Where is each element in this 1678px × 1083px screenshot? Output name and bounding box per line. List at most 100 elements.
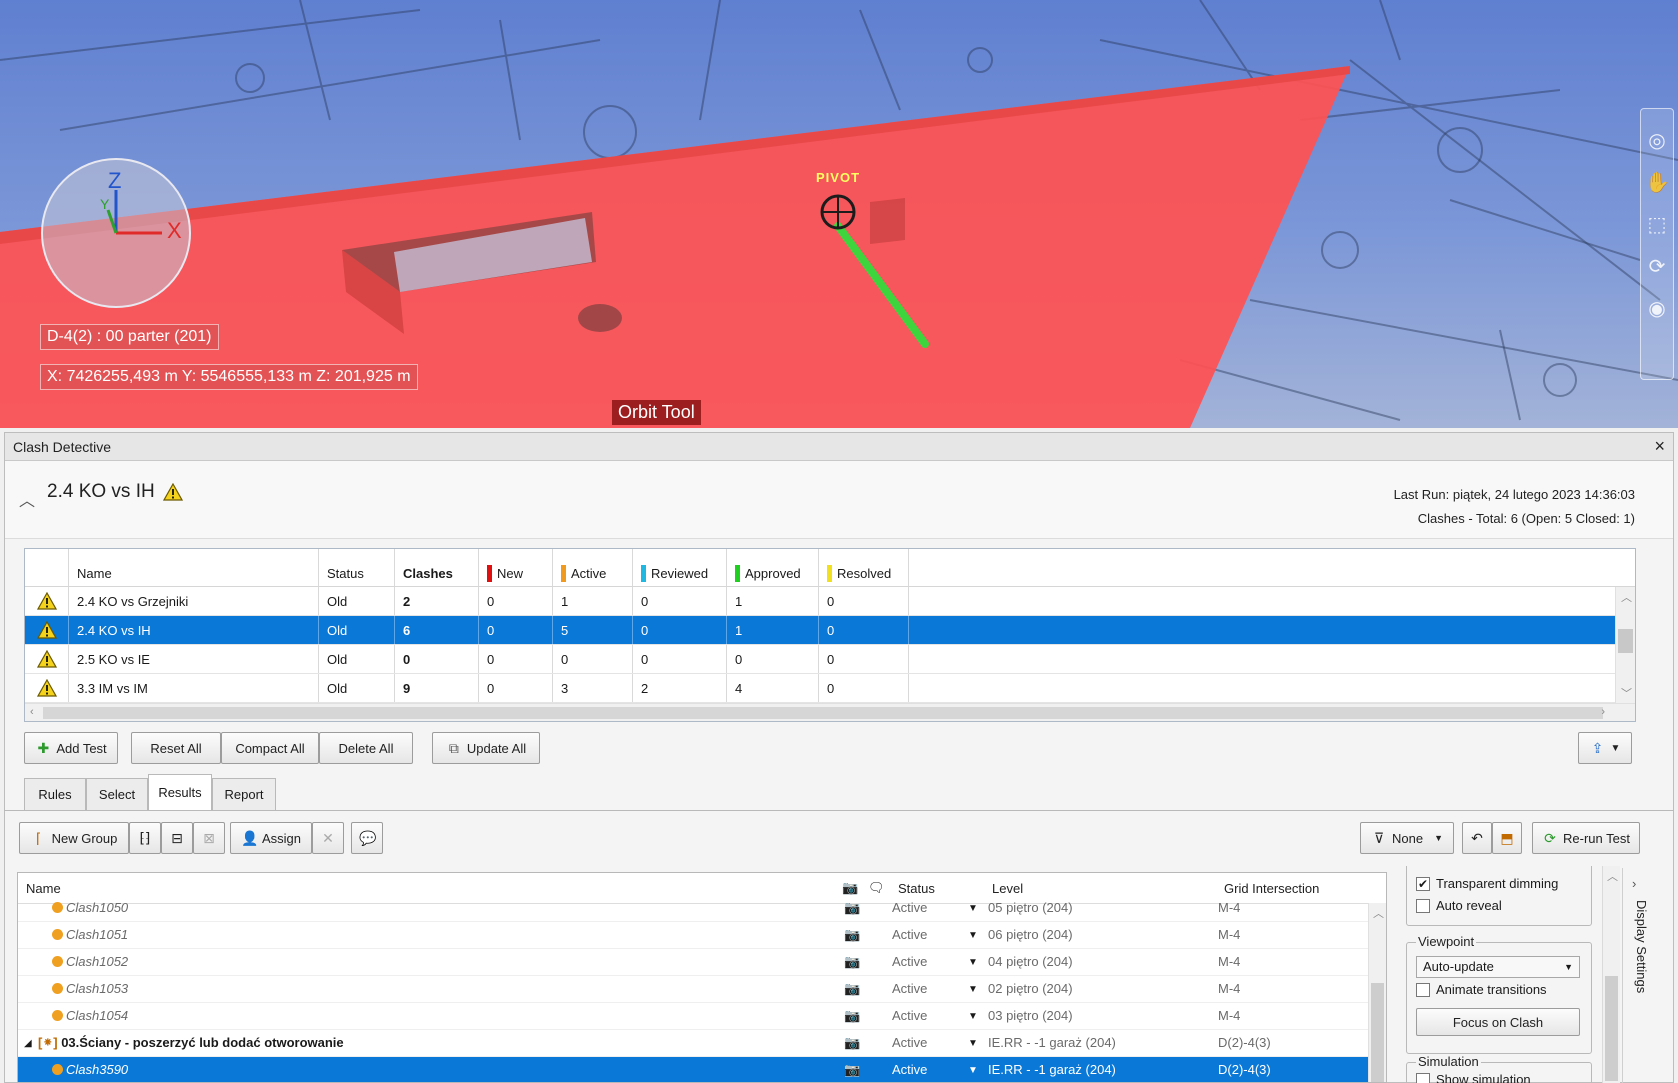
checkbox-unchecked[interactable]	[1416, 982, 1430, 997]
chevron-down-icon[interactable]: ▼	[968, 984, 978, 995]
update-all-button[interactable]: ⧉ Update All	[432, 732, 540, 764]
tab-report[interactable]: Report	[212, 778, 276, 810]
test-clashes: 9	[395, 674, 479, 702]
explode-group-button[interactable]: ⊠	[193, 822, 225, 854]
table-row-selected[interactable]: 2.4 KO vs IH Old 6 0 5 0 1 0	[25, 616, 1635, 645]
results-scrollbar[interactable]: ︿	[1368, 903, 1386, 1082]
test-active: 1	[553, 587, 633, 615]
test-name: 2.4 KO vs IH	[69, 616, 319, 644]
test-active: 5	[553, 616, 633, 644]
axis-z-label: Z	[108, 168, 122, 193]
scroll-thumb[interactable]	[43, 707, 1603, 719]
scroll-up-icon[interactable]: ︿	[1373, 905, 1384, 921]
col-resolved[interactable]: Resolved	[819, 549, 909, 586]
table-row[interactable]: 2.5 KO vs IE Old 0 0 0 0 0 0	[25, 645, 1635, 674]
scroll-left-icon[interactable]: ‹	[30, 706, 34, 718]
highlight-button[interactable]: ⬒	[1492, 822, 1522, 854]
table-row[interactable]: 2.4 KO vs Grzejniki Old 2 0 1 0 1 0	[25, 587, 1635, 616]
warning-icon	[36, 679, 57, 697]
unassign-button[interactable]: ✕	[312, 822, 344, 854]
list-item[interactable]: Clash1054 📷 Active ▼ 03 piętro (204) M-4	[18, 1003, 1370, 1030]
delete-all-button[interactable]: Delete All	[319, 732, 413, 764]
new-group-button[interactable]: ⌈ New Group	[19, 822, 129, 854]
scroll-up-icon[interactable]: ︿	[1607, 868, 1618, 884]
rerun-test-button[interactable]: ⟳ Re-run Test	[1532, 822, 1640, 854]
scroll-right-icon[interactable]: ›	[1601, 706, 1605, 718]
scroll-thumb[interactable]	[1618, 629, 1633, 653]
export-dropdown-button[interactable]: ⇪ ▼	[1578, 732, 1632, 764]
tests-vertical-scrollbar[interactable]: ︿ ﹀	[1615, 587, 1635, 703]
reset-all-button[interactable]: Reset All	[131, 732, 221, 764]
viewpoint-select[interactable]: Auto-update ▼	[1416, 956, 1580, 978]
ungroup-button[interactable]: ⊟	[161, 822, 193, 854]
list-item[interactable]: Clash1052 📷 Active ▼ 04 piętro (204) M-4	[18, 949, 1370, 976]
panel-title: Clash Detective	[13, 438, 112, 455]
clash-status-dot	[52, 956, 63, 967]
scroll-down-icon[interactable]: ﹀	[1621, 685, 1632, 701]
chevron-down-icon[interactable]: ▼	[968, 903, 978, 914]
checkbox-unchecked[interactable]	[1416, 898, 1430, 913]
table-row[interactable]: 3.3 IM vs IM Old 9 0 3 2 4 0	[25, 674, 1635, 703]
orbit-icon[interactable]: ⟳	[1645, 255, 1669, 279]
animate-transitions-checkbox[interactable]: Animate transitions	[1416, 982, 1547, 997]
list-item[interactable]: Clash1050 📷 Active ▼ 05 piętro (204) M-4	[18, 895, 1370, 922]
add-test-button[interactable]: ✚ Add Test	[24, 732, 118, 764]
scroll-thumb[interactable]	[1605, 976, 1618, 1081]
checkbox-unchecked[interactable]	[1416, 1072, 1430, 1083]
3d-viewport[interactable]: Z X Y PIVOT D-4(2) : 00 parter (201) X: …	[0, 0, 1678, 428]
camera-icon: 📷	[844, 927, 861, 942]
list-item[interactable]: Clash1053 📷 Active ▼ 02 piętro (204) M-4	[18, 976, 1370, 1003]
display-settings-scrollbar[interactable]: ︿	[1602, 866, 1620, 1083]
tab-results[interactable]: Results	[148, 774, 212, 810]
steering-wheel-icon[interactable]: ◎	[1645, 129, 1669, 153]
tab-select[interactable]: Select	[86, 778, 148, 810]
assign-button[interactable]: 👤 Assign	[230, 822, 312, 854]
filter-dropdown[interactable]: ⊽ None ▼	[1360, 822, 1454, 854]
chevron-down-icon[interactable]: ▼	[968, 957, 978, 968]
add-comment-button[interactable]: 💬	[351, 822, 383, 854]
tab-content-border	[4, 810, 1674, 811]
scroll-up-icon[interactable]: ︿	[1621, 589, 1632, 605]
transparent-dimming-checkbox[interactable]: ✔ Transparent dimming	[1416, 876, 1558, 891]
chevron-down-icon[interactable]: ▼	[968, 1065, 978, 1076]
pan-hand-icon[interactable]: ✋	[1645, 171, 1670, 195]
chevron-down-icon[interactable]: ▼	[968, 1011, 978, 1022]
col-reviewed[interactable]: Reviewed	[633, 549, 727, 586]
col-active[interactable]: Active	[553, 549, 633, 586]
reset-sort-button[interactable]: ↶	[1462, 822, 1492, 854]
tab-rules[interactable]: Rules	[24, 778, 86, 810]
chevron-up-icon[interactable]: ︿	[19, 487, 35, 511]
close-icon[interactable]: ×	[1654, 436, 1665, 457]
col-name[interactable]: Name	[69, 549, 319, 586]
col-status[interactable]: Status	[319, 549, 395, 586]
focus-on-clash-button[interactable]: Focus on Clash	[1416, 1008, 1580, 1036]
group-row[interactable]: ◢ [⁕] 03.Ściany - poszerzyć lub dodać ot…	[18, 1030, 1370, 1057]
current-test-title: 2.4 KO vs IH	[47, 481, 183, 503]
tests-horizontal-scrollbar[interactable]: ‹ ›	[25, 703, 1635, 721]
list-item[interactable]: Clash1051 📷 Active ▼ 06 piętro (204) M-4	[18, 922, 1370, 949]
active-color-swatch	[561, 565, 566, 582]
test-new: 0	[479, 616, 553, 644]
chevron-right-icon[interactable]: ›	[1632, 876, 1636, 891]
checkbox-checked[interactable]: ✔	[1416, 876, 1430, 891]
col-new[interactable]: New	[479, 549, 553, 586]
auto-reveal-checkbox[interactable]: Auto reveal	[1416, 898, 1502, 913]
test-active: 0	[553, 645, 633, 673]
coordinates-readout: X: 7426255,493 m Y: 5546555,133 m Z: 201…	[40, 364, 418, 390]
col-approved[interactable]: Approved	[727, 549, 819, 586]
chevron-down-icon: ▼	[1610, 742, 1621, 754]
scroll-thumb[interactable]	[1371, 983, 1384, 1082]
list-item-selected[interactable]: Clash3590 📷 Active ▼ IE.RR - -1 garaż (2…	[18, 1057, 1370, 1082]
zoom-window-icon[interactable]: ⬚	[1645, 213, 1669, 237]
test-status: Old	[319, 587, 395, 615]
collapse-triangle-icon[interactable]: ◢	[24, 1038, 32, 1049]
show-simulation-checkbox[interactable]: Show simulation	[1416, 1072, 1531, 1083]
tests-table: Name Status Clashes New Active Reviewed …	[24, 548, 1636, 722]
compact-all-button[interactable]: Compact All	[221, 732, 319, 764]
chevron-down-icon[interactable]: ▼	[968, 1038, 978, 1049]
group-selected-button[interactable]: ⁅⁆	[129, 822, 161, 854]
test-reviewed: 2	[633, 674, 727, 702]
chevron-down-icon[interactable]: ▼	[968, 930, 978, 941]
col-clashes[interactable]: Clashes	[395, 549, 479, 586]
look-icon[interactable]: ◉	[1645, 297, 1669, 321]
